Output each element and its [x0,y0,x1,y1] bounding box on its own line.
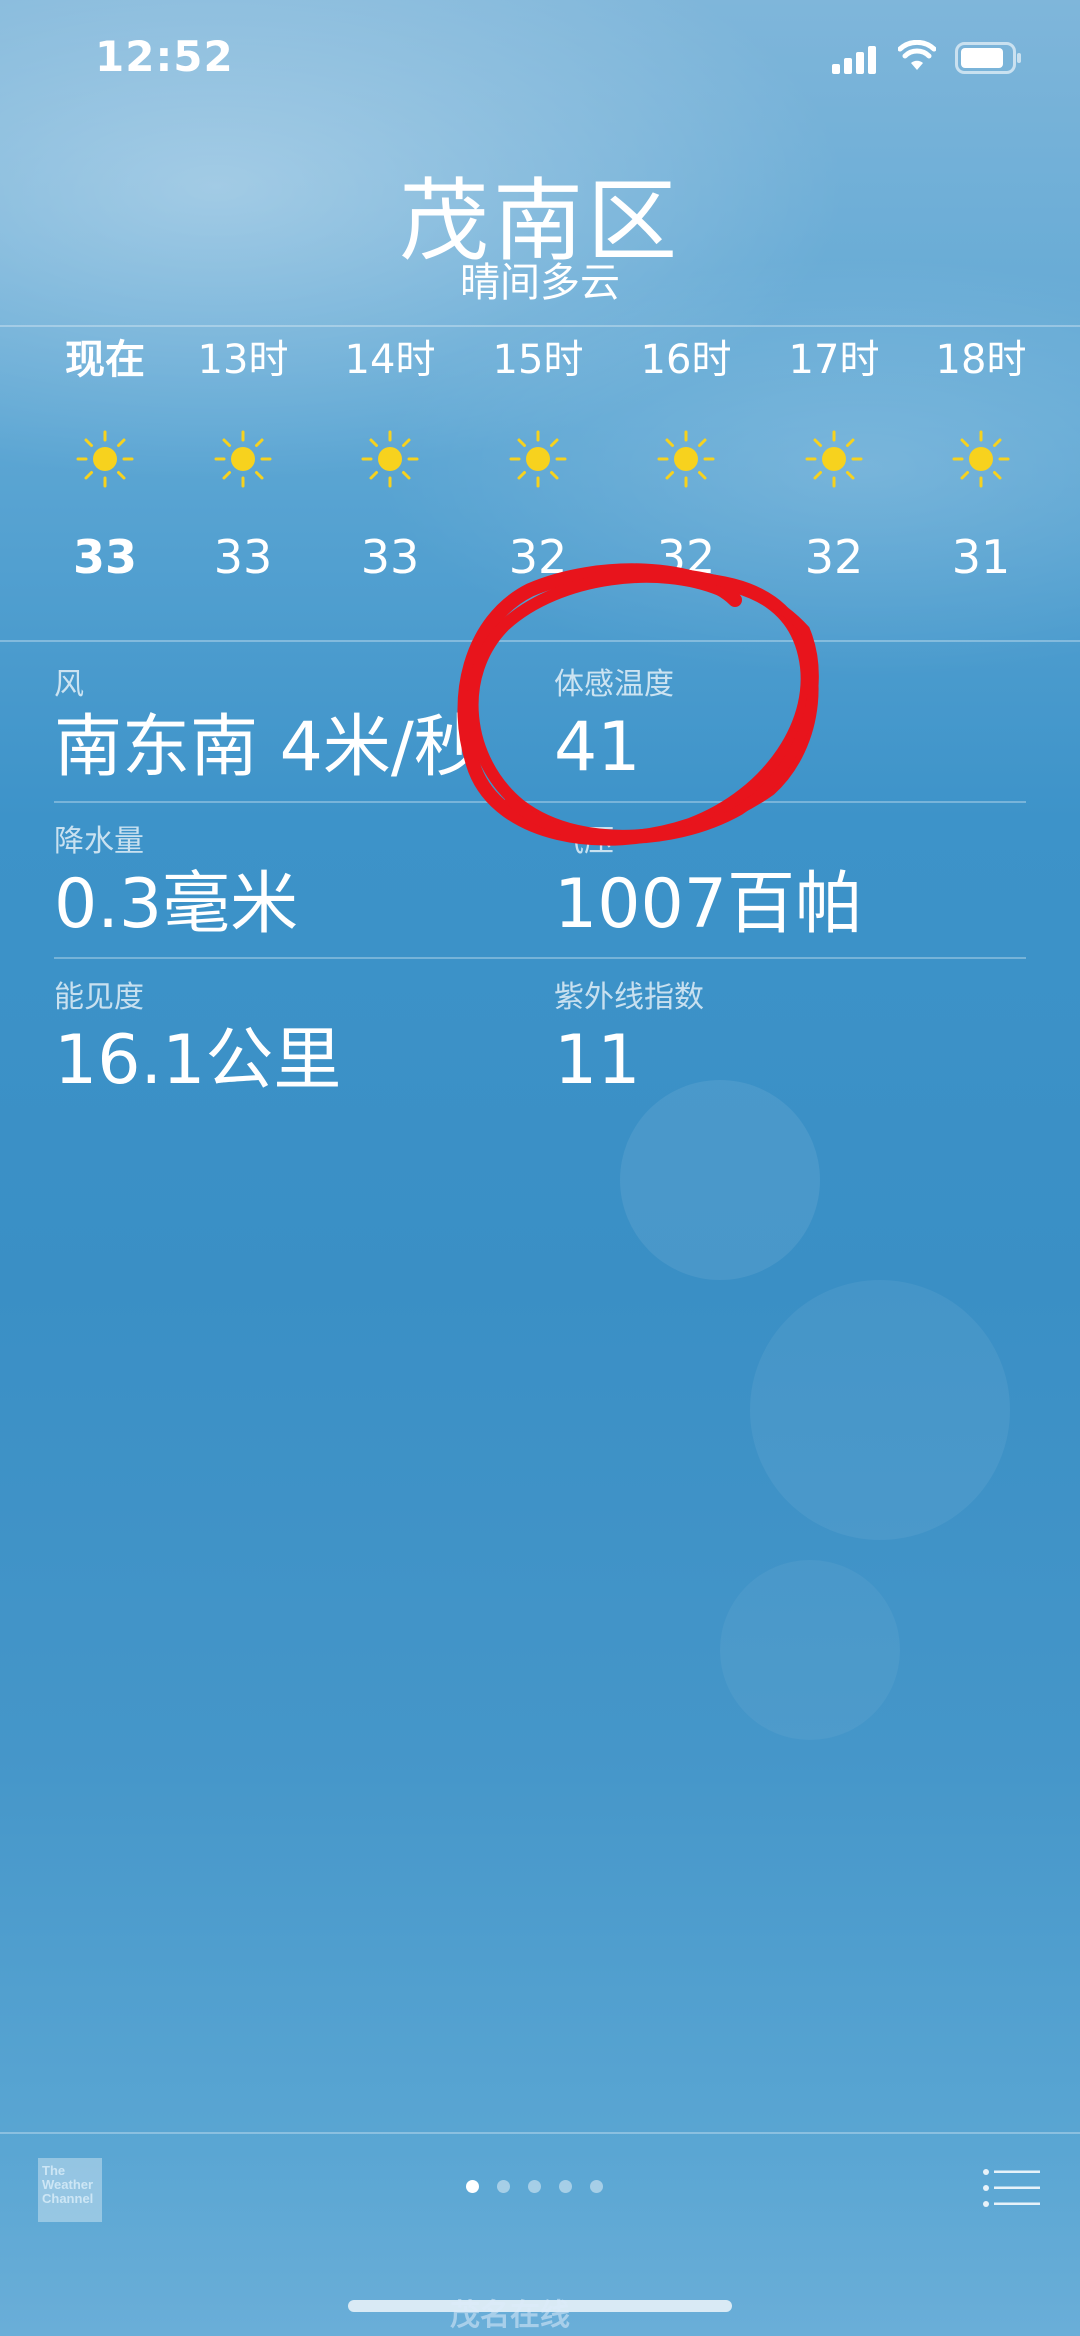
status-bar: 12:52 [0,0,1080,120]
hourly-item: 18时 31 [921,330,1041,592]
hourly-item: 17时 32 [774,330,894,592]
sun-icon [952,430,1010,488]
sun-icon [214,430,272,488]
hour-temp: 32 [508,530,568,584]
hourly-forecast[interactable]: 现在 33 13时 33 14时 33 15时 32 16时 32 17时 32… [45,330,1045,630]
detail-value: 41 [554,708,641,787]
detail-uv-index: 紫外线指数 11 [554,978,704,1104]
city-list-icon[interactable] [982,2168,1040,2208]
hourly-item: 13时 33 [183,330,303,592]
hour-label: 15时 [492,337,584,383]
detail-label: 风 [54,667,84,702]
bokeh-light [620,1080,820,1280]
sun-icon [657,430,715,488]
logo-text: The Weather Channel [42,2163,94,2206]
sun-icon [509,430,567,488]
detail-label: 降水量 [54,824,144,859]
detail-value: 南东南 4米/秒 [54,708,482,787]
hourly-item: 14时 33 [330,330,450,592]
divider [54,957,1026,959]
hour-label: 16时 [640,337,732,383]
divider [0,325,1080,327]
page-dot[interactable] [497,2180,510,2193]
hour-temp: 31 [951,530,1011,584]
divider [0,2132,1080,2134]
detail-wind: 风 南东南 4米/秒 [54,665,482,791]
hour-temp: 33 [213,530,273,584]
divider [54,801,1026,803]
page-dot[interactable] [528,2180,541,2193]
detail-label: 能见度 [54,980,144,1015]
hour-label: 14时 [344,337,436,383]
hourly-item: 现在 33 [45,330,165,592]
bokeh-light [720,1560,900,1740]
status-time: 12:52 [95,32,234,81]
detail-label: 体感温度 [554,667,674,702]
hour-label: 17时 [788,337,880,383]
detail-value: 11 [554,1021,641,1100]
weather-condition: 晴间多云 [460,260,620,306]
hour-temp: 33 [72,530,137,584]
cellular-signal-icon [832,46,876,74]
watermark: 茂名在线 [450,2298,570,2333]
page-dot[interactable] [590,2180,603,2193]
detail-precipitation: 降水量 0.3毫米 [54,822,298,948]
detail-label: 紫外线指数 [554,980,704,1015]
detail-visibility: 能见度 16.1公里 [54,978,341,1104]
hourly-item: 16时 32 [626,330,746,592]
hour-temp: 32 [804,530,864,584]
wifi-icon [898,40,936,70]
weather-channel-logo[interactable]: The Weather Channel [38,2158,102,2222]
hour-label: 现在 [65,337,145,383]
detail-pressure: 气压 1007百帕 [554,822,863,948]
sun-icon [76,430,134,488]
battery-icon [955,42,1021,74]
divider [0,640,1080,642]
hour-temp: 32 [656,530,716,584]
sun-icon [361,430,419,488]
hourly-item: 15时 32 [478,330,598,592]
hour-label: 13时 [197,337,289,383]
detail-value: 0.3毫米 [54,865,299,944]
bokeh-light [750,1280,1010,1540]
page-dot[interactable] [466,2180,479,2193]
page-indicator[interactable] [466,2180,603,2193]
detail-feels-like: 体感温度 41 [554,665,674,791]
hour-temp: 33 [360,530,420,584]
hour-label: 18时 [935,337,1027,383]
page-dot[interactable] [559,2180,572,2193]
detail-value: 1007百帕 [554,865,864,944]
detail-value: 16.1公里 [54,1021,342,1100]
detail-label: 气压 [554,824,614,859]
sun-icon [805,430,863,488]
